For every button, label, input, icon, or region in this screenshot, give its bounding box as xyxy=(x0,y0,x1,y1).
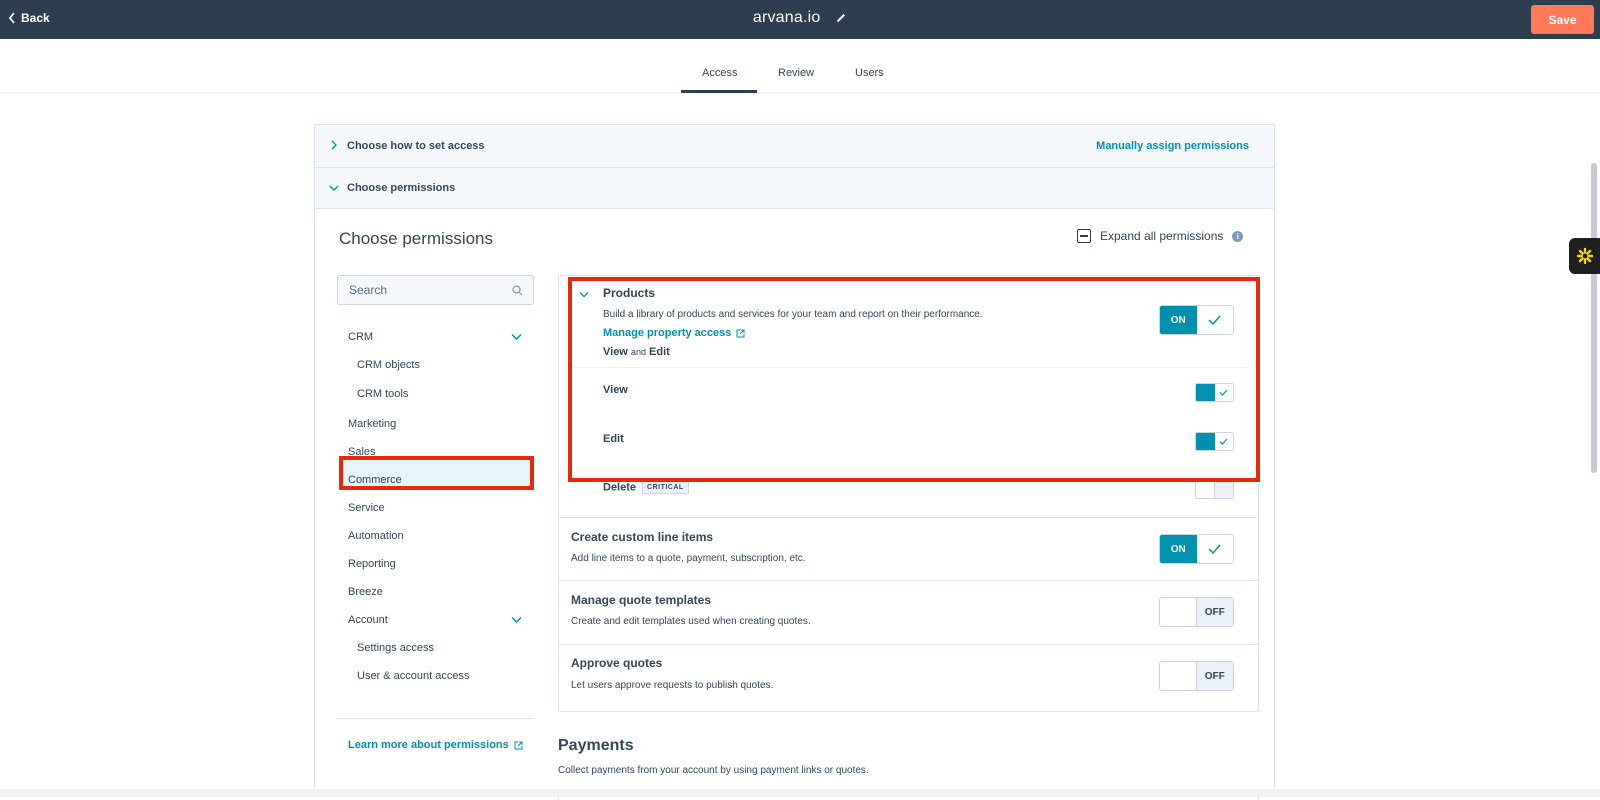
tab-access[interactable]: Access xyxy=(702,67,737,79)
permissions-card: Choose how to set access Manually assign… xyxy=(314,124,1275,800)
quote-templates-toggle-label: OFF xyxy=(1196,598,1233,626)
nav-item-commerce[interactable]: Commerce xyxy=(348,474,402,486)
nav-item-breeze[interactable]: Breeze xyxy=(348,586,383,598)
accordion-choose-permissions[interactable]: Choose permissions xyxy=(315,168,1274,209)
info-icon[interactable]: i xyxy=(1232,230,1244,242)
products-access-summary: View and Edit xyxy=(603,346,670,358)
save-button[interactable]: Save xyxy=(1531,5,1594,34)
tab-users[interactable]: Users xyxy=(855,67,884,79)
manage-property-access-link[interactable]: Manage property access xyxy=(603,327,745,339)
nav-item-crm-tools[interactable]: CRM tools xyxy=(357,388,408,400)
chevron-down-icon xyxy=(329,185,339,191)
chevron-right-icon xyxy=(331,140,337,150)
accordion-how-label: Choose how to set access xyxy=(347,140,485,152)
approve-quotes-toggle[interactable]: OFF xyxy=(1159,661,1234,691)
learn-more-link[interactable]: Learn more about permissions xyxy=(348,739,523,751)
external-link-icon xyxy=(736,329,745,337)
summary-edit: Edit xyxy=(649,346,670,358)
products-toggle-label: ON xyxy=(1160,306,1197,334)
delete-toggle[interactable] xyxy=(1195,480,1234,499)
page-scrollbar[interactable] xyxy=(1591,163,1597,473)
approve-quotes-toggle-label: OFF xyxy=(1196,662,1233,690)
expand-all-permissions[interactable]: Expand all permissions i xyxy=(1077,229,1244,243)
payments-title: Payments xyxy=(558,737,634,754)
accordion-perm-label: Choose permissions xyxy=(347,182,456,194)
nav-item-settings-access[interactable]: Settings access xyxy=(357,642,434,654)
nav-item-service[interactable]: Service xyxy=(348,502,385,514)
line-items-toggle-label: ON xyxy=(1160,535,1197,563)
pencil-icon[interactable] xyxy=(835,12,847,24)
summary-view: View xyxy=(603,346,628,358)
tabs-bar: Access Review Users xyxy=(0,39,1600,93)
summary-and: and xyxy=(630,347,646,357)
external-link-icon xyxy=(514,741,523,749)
nav-item-automation[interactable]: Automation xyxy=(348,530,404,542)
manage-property-label: Manage property access xyxy=(603,327,732,339)
approve-quotes-desc: Let users approve requests to publish qu… xyxy=(571,680,774,691)
accordion-how-to-set-access[interactable]: Choose how to set access Manually assign… xyxy=(315,125,1274,168)
products-permission: Products Build a library of products and… xyxy=(559,276,1258,518)
check-icon xyxy=(1214,384,1233,401)
delete-permission-label: Delete xyxy=(603,481,637,494)
nav-item-user-account-access[interactable]: User & account access xyxy=(357,670,470,682)
chevron-down-icon[interactable] xyxy=(511,616,522,624)
nav-item-marketing[interactable]: Marketing xyxy=(348,418,396,430)
bottom-strip xyxy=(0,789,1600,797)
approve-quotes-permission: Approve quotes Let users approve request… xyxy=(559,645,1258,711)
products-toggle[interactable]: ON xyxy=(1159,305,1234,335)
edit-permission-label: Edit xyxy=(603,433,624,445)
critical-badge: CRITICAL xyxy=(642,481,689,494)
section-title: Choose permissions xyxy=(339,229,494,248)
check-icon xyxy=(1196,306,1233,334)
search-input[interactable] xyxy=(338,276,508,304)
nav-item-crm[interactable]: CRM xyxy=(348,331,373,343)
products-divider xyxy=(569,367,1249,368)
expand-all-label: Expand all permissions xyxy=(1100,229,1224,243)
view-toggle[interactable] xyxy=(1195,383,1234,402)
permission-panel: Products Build a library of products and… xyxy=(558,275,1259,712)
app-title-text: arvana.io xyxy=(752,9,821,26)
nav-item-crm-objects[interactable]: CRM objects xyxy=(357,359,420,371)
active-tab-indicator xyxy=(681,90,757,93)
quote-templates-permission: Manage quote templates Create and edit t… xyxy=(559,581,1258,645)
nav-item-sales[interactable]: Sales xyxy=(348,446,376,458)
view-permission-label: View xyxy=(603,384,628,396)
app-title: arvana.io xyxy=(0,9,1600,27)
quote-templates-toggle[interactable]: OFF xyxy=(1159,597,1234,627)
quote-templates-title: Manage quote templates xyxy=(571,593,712,607)
chevron-down-icon[interactable] xyxy=(511,333,522,341)
top-bar: Back arvana.io Save xyxy=(0,0,1600,39)
sparkle-icon xyxy=(1576,247,1593,265)
check-icon xyxy=(1214,433,1233,450)
quote-templates-desc: Create and edit templates used when crea… xyxy=(571,616,811,627)
tab-review[interactable]: Review xyxy=(778,67,814,79)
payments-desc: Collect payments from your account by us… xyxy=(558,765,869,776)
learn-more-label: Learn more about permissions xyxy=(348,739,509,751)
products-desc: Build a library of products and services… xyxy=(603,309,983,320)
permission-search xyxy=(337,275,534,305)
line-items-desc: Add line items to a quote, payment, subs… xyxy=(571,553,806,564)
assistant-widget[interactable] xyxy=(1569,238,1600,274)
products-title: Products xyxy=(603,286,656,300)
nav-divider xyxy=(337,718,534,719)
edit-toggle[interactable] xyxy=(1195,432,1234,451)
expand-all-checkbox[interactable] xyxy=(1077,229,1091,243)
search-icon xyxy=(512,285,523,296)
approve-quotes-title: Approve quotes xyxy=(571,656,663,670)
line-items-toggle[interactable]: ON xyxy=(1159,534,1234,564)
manually-assign-link[interactable]: Manually assign permissions xyxy=(1096,140,1249,152)
line-items-title: Create custom line items xyxy=(571,530,714,544)
check-icon xyxy=(1196,535,1233,563)
nav-item-account[interactable]: Account xyxy=(348,614,388,626)
nav-item-reporting[interactable]: Reporting xyxy=(348,558,396,570)
delete-permission-row: Delete CRITICAL xyxy=(603,481,689,494)
chevron-down-icon[interactable] xyxy=(579,291,589,299)
line-items-permission: Create custom line items Add line items … xyxy=(559,518,1258,581)
